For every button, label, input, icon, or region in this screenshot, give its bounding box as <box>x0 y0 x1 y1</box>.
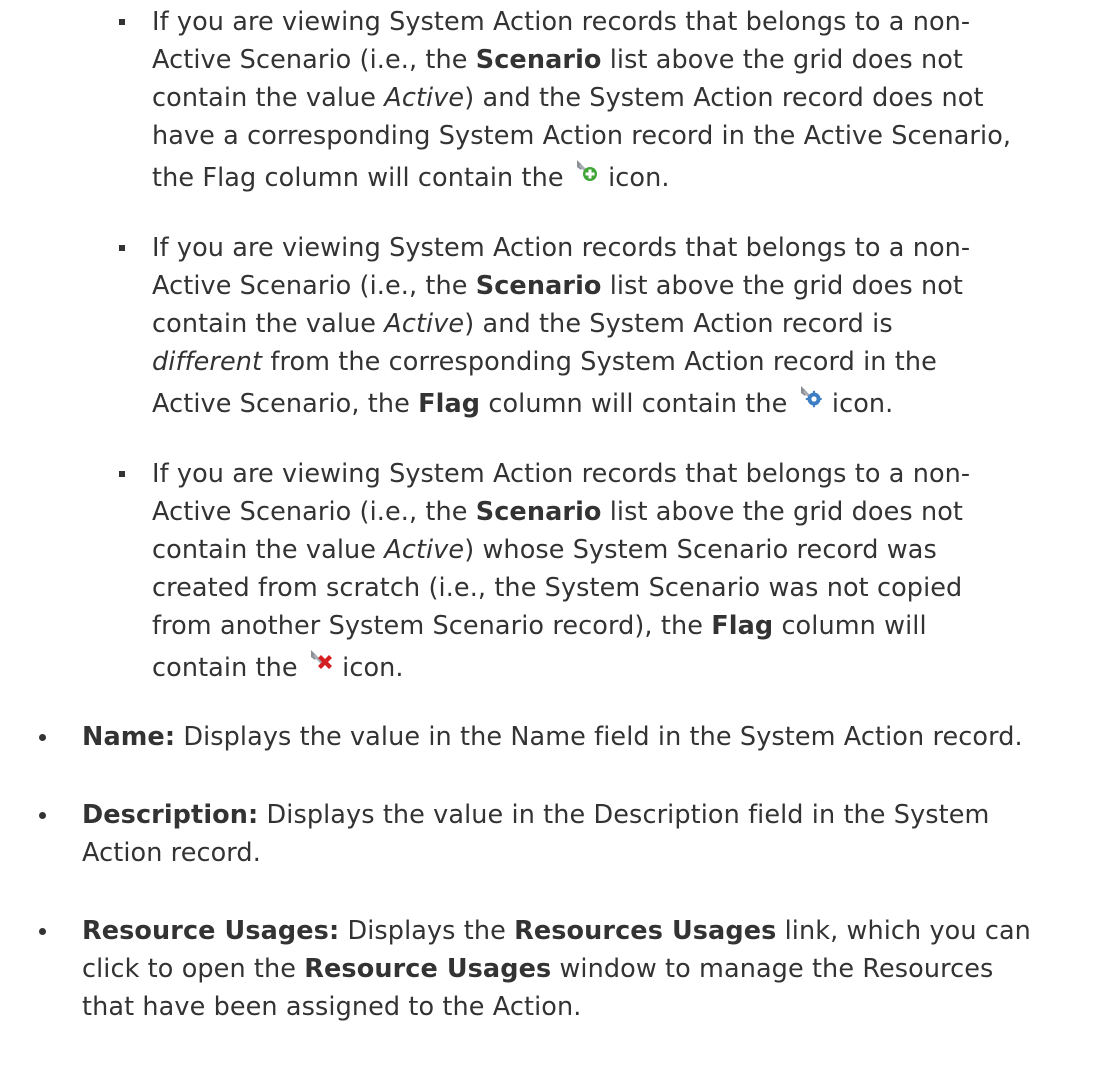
text-line: contain the icon. <box>152 649 1110 687</box>
round-bullet-icon <box>39 812 46 819</box>
text-line: Active Scenario, the Flag column will co… <box>152 385 1110 423</box>
text-line: Action record. <box>82 838 261 868</box>
round-bullet-icon <box>39 928 46 935</box>
text-line: created from scratch (i.e., the System S… <box>152 573 963 603</box>
text-line: click to open the Resource Usages window… <box>82 954 994 984</box>
text-line: If you are viewing System Action records… <box>152 233 971 263</box>
wrench-x-icon <box>308 648 332 672</box>
square-bullet-icon <box>119 245 125 251</box>
wrench-gear-icon <box>798 384 822 408</box>
text-line: Resource Usages: Displays the Resources … <box>82 916 1031 946</box>
wrench-plus-icon <box>574 158 598 182</box>
text-line: Name: Displays the value in the Name fie… <box>82 722 1023 752</box>
text-line: that have been assigned to the Action. <box>82 992 582 1022</box>
text-line: Description: Displays the value in the D… <box>82 800 990 830</box>
text-line: different from the corresponding System … <box>152 347 937 377</box>
text-line: Active Scenario (i.e., the Scenario list… <box>152 497 964 527</box>
text-line: from another System Scenario record), th… <box>152 611 927 641</box>
bullet-name: Name: Displays the value in the Name fie… <box>82 718 1102 756</box>
bullet-resource-usages: Resource Usages: Displays the Resources … <box>82 912 1102 1026</box>
text-line: have a corresponding System Action recor… <box>152 121 1012 151</box>
text-line: If you are viewing System Action records… <box>152 459 971 489</box>
text-line: contain the value Active) and the System… <box>152 83 984 113</box>
square-bullet-icon <box>119 19 125 25</box>
text-line: If you are viewing System Action records… <box>152 7 971 37</box>
bullet-description: Description: Displays the value in the D… <box>82 796 1102 872</box>
sub-bullet-scratch-flag: If you are viewing System Action records… <box>152 455 1110 687</box>
round-bullet-icon <box>39 734 46 741</box>
text-line: the Flag column will contain the icon. <box>152 159 1110 197</box>
text-line: contain the value Active) whose System S… <box>152 535 937 565</box>
sub-bullet-added-flag: If you are viewing System Action records… <box>152 3 1110 197</box>
square-bullet-icon <box>119 471 125 477</box>
sub-bullet-different-flag: If you are viewing System Action records… <box>152 229 1110 423</box>
text-line: contain the value Active) and the System… <box>152 309 893 339</box>
text-line: Active Scenario (i.e., the Scenario list… <box>152 271 964 301</box>
text-line: Active Scenario (i.e., the Scenario list… <box>152 45 964 75</box>
